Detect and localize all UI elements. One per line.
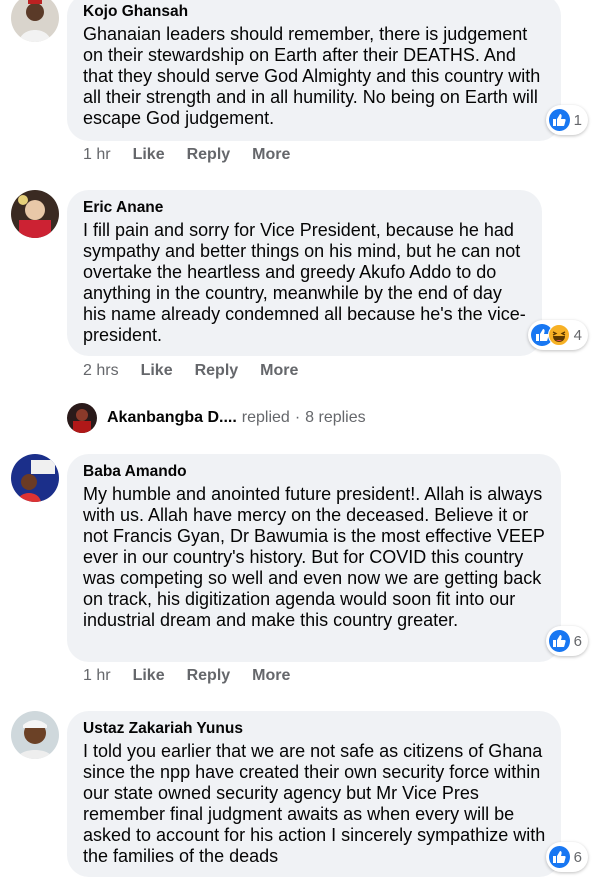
reactions-badge[interactable]: 1 xyxy=(546,105,588,135)
avatar[interactable] xyxy=(11,0,59,42)
comment-author[interactable]: Baba Amando xyxy=(83,462,547,482)
avatar[interactable] xyxy=(11,190,59,238)
comment-text: I fill pain and sorry for Vice President… xyxy=(83,220,526,345)
like-button[interactable]: Like xyxy=(133,146,165,164)
comment-author[interactable]: Eric Anane xyxy=(83,198,528,218)
reaction-count: 4 xyxy=(573,326,582,344)
reaction-count: 6 xyxy=(573,632,582,650)
comment-time[interactable]: 1 hr xyxy=(83,146,111,164)
comment-bubble: Kojo Ghansah Ghanaian leaders should rem… xyxy=(67,0,561,141)
replies-summary[interactable]: Akanbangba D.... replied · 8 replies xyxy=(67,402,366,434)
comment-actions: 1 hr Like Reply More xyxy=(83,667,312,685)
comment-text: My humble and anointed future president!… xyxy=(83,484,545,630)
haha-icon xyxy=(547,324,570,346)
reactions-badge[interactable]: 6 xyxy=(546,626,588,656)
comment-time[interactable]: 1 hr xyxy=(83,667,111,685)
like-icon xyxy=(549,846,570,868)
more-button[interactable]: More xyxy=(252,667,290,685)
comment-text: Ghanaian leaders should remember, there … xyxy=(83,24,541,128)
comment-bubble: Ustaz Zakariah Yunus I told you earlier … xyxy=(67,711,561,877)
reaction-count: 6 xyxy=(573,848,582,866)
avatar xyxy=(67,403,97,433)
reactions-badge[interactable]: 6 xyxy=(546,842,588,872)
more-button[interactable]: More xyxy=(260,362,298,380)
like-button[interactable]: Like xyxy=(133,667,165,685)
comment-text: I told you earlier that we are not safe … xyxy=(83,741,546,866)
comment-author[interactable]: Kojo Ghansah xyxy=(83,2,547,22)
like-button[interactable]: Like xyxy=(141,362,173,380)
reaction-count: 1 xyxy=(573,111,582,129)
comment-author[interactable]: Ustaz Zakariah Yunus xyxy=(83,719,547,739)
reply-count[interactable]: 8 replies xyxy=(305,409,365,427)
reply-button[interactable]: Reply xyxy=(187,146,231,164)
reply-button[interactable]: Reply xyxy=(195,362,239,380)
like-icon xyxy=(549,630,570,652)
separator: · xyxy=(294,409,301,426)
comment-actions: 1 hr Like Reply More xyxy=(83,146,312,164)
reply-author[interactable]: Akanbangba D.... xyxy=(107,409,237,427)
comment-bubble: Eric Anane I fill pain and sorry for Vic… xyxy=(67,190,542,356)
comment-time[interactable]: 2 hrs xyxy=(83,362,119,380)
reactions-badge[interactable]: 4 xyxy=(528,320,588,350)
comment-actions: 2 hrs Like Reply More xyxy=(83,362,320,380)
avatar[interactable] xyxy=(11,454,59,502)
like-icon xyxy=(549,109,570,131)
more-button[interactable]: More xyxy=(252,146,290,164)
avatar[interactable] xyxy=(11,711,59,759)
replied-label: replied xyxy=(241,409,290,426)
comment-bubble: Baba Amando My humble and anointed futur… xyxy=(67,454,561,662)
reply-button[interactable]: Reply xyxy=(187,667,231,685)
